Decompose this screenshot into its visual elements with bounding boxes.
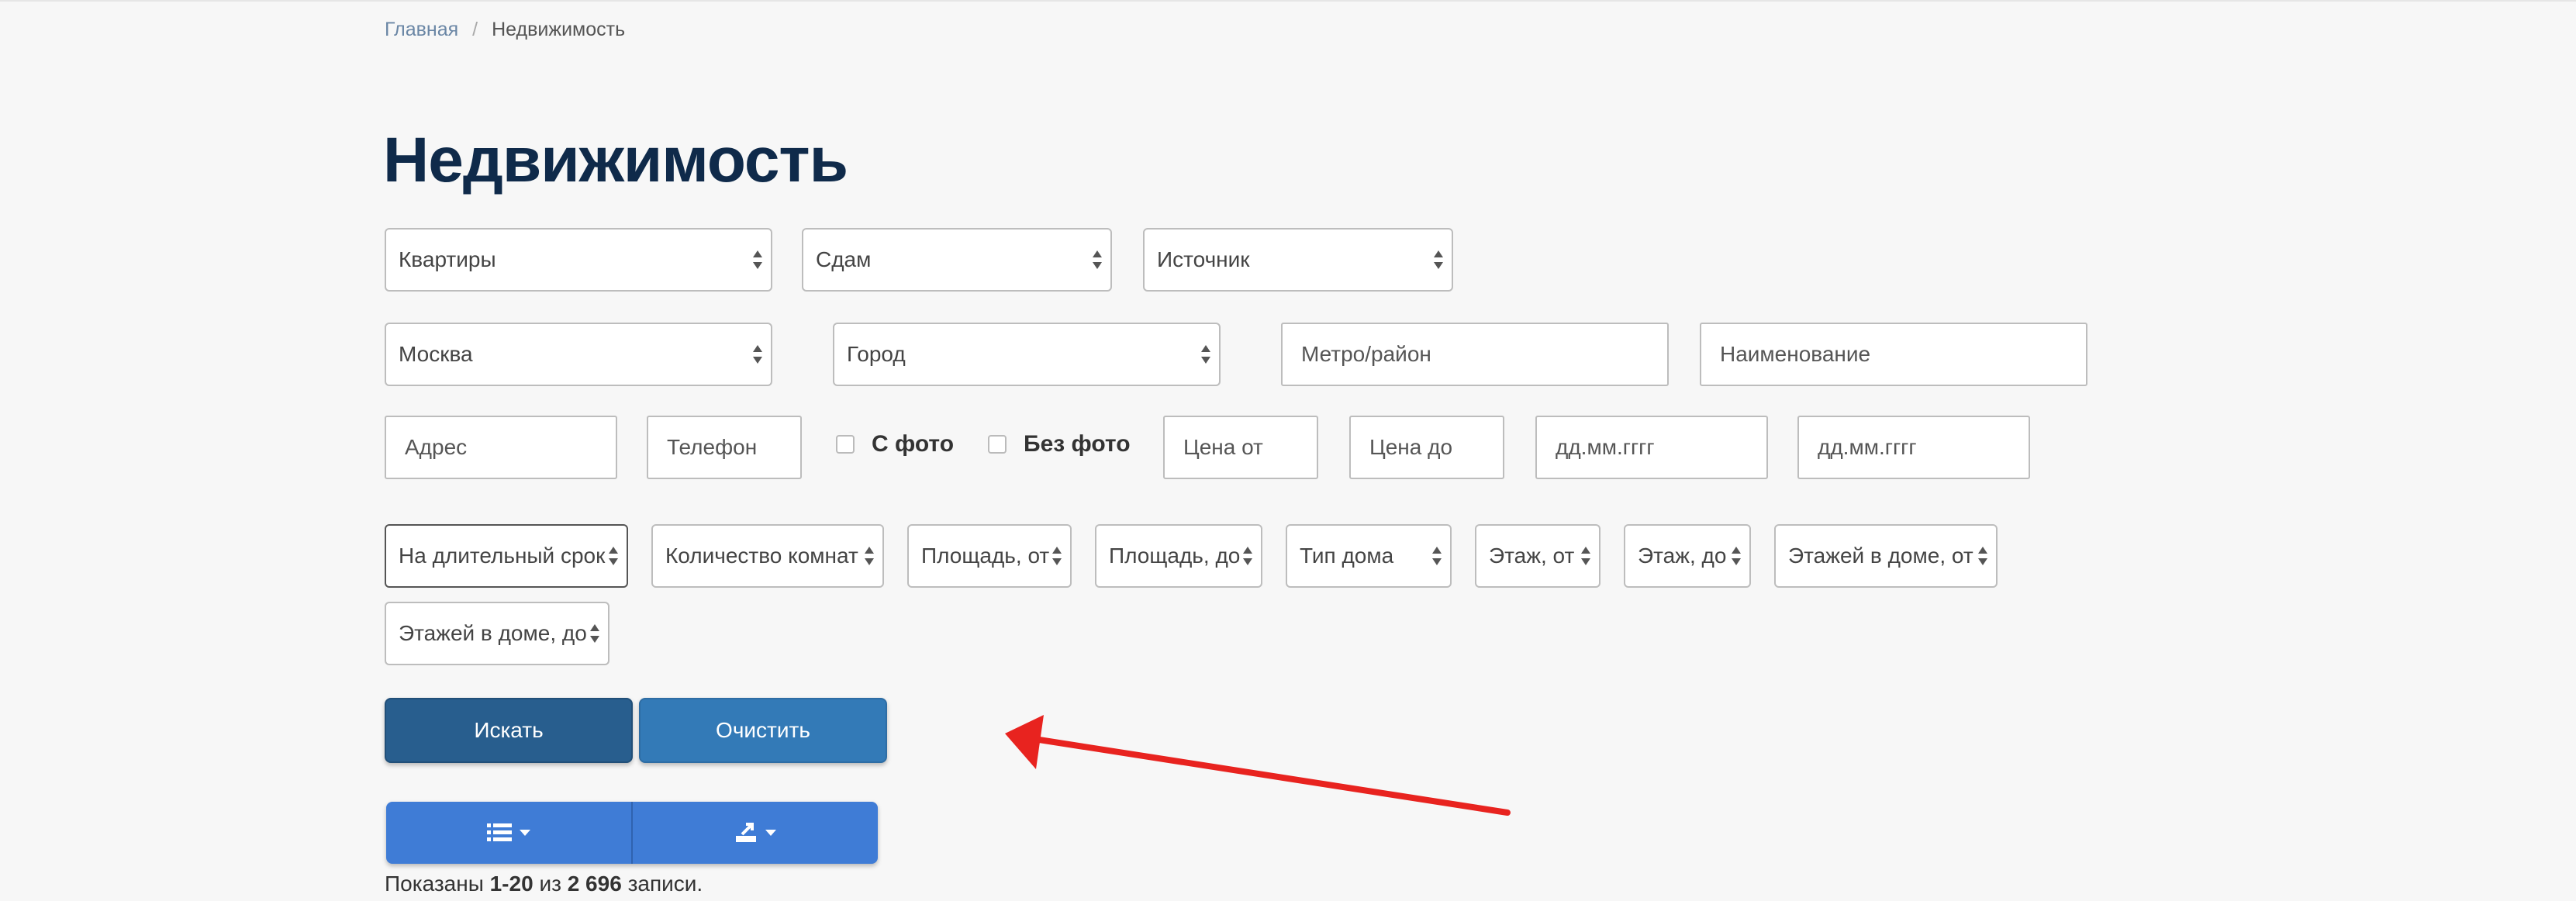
annotation-arrow — [1005, 715, 1511, 816]
annotation-arrow-line — [1036, 737, 1511, 816]
annotation-arrow-head — [1005, 715, 1044, 769]
